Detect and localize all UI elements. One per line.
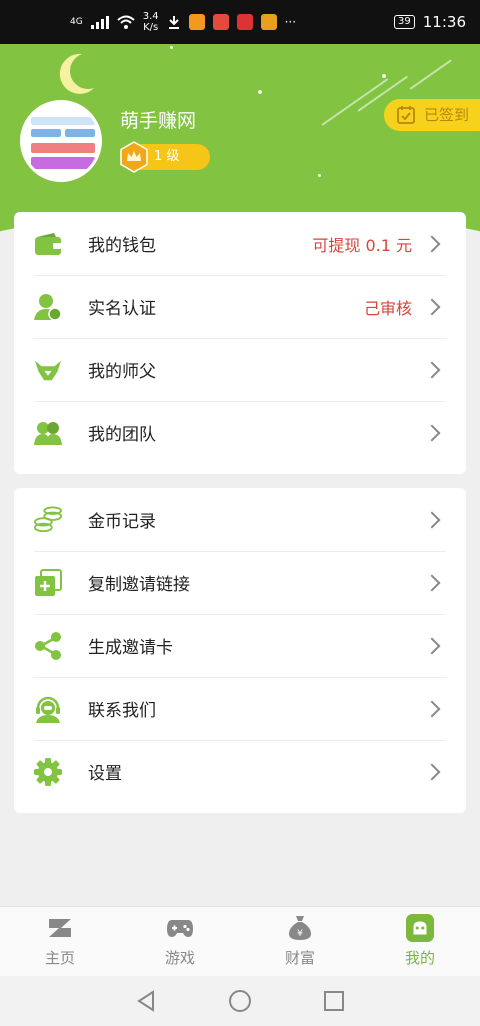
tab-wealth[interactable]: ¥ 财富 <box>240 907 360 976</box>
app-notification-icon <box>188 14 205 30</box>
tab-profile[interactable]: 我的 <box>360 907 480 976</box>
crown-icon <box>120 141 148 173</box>
battery-icon: 39 <box>394 15 415 29</box>
chevron-right-icon <box>423 574 441 591</box>
signal-icon <box>90 15 109 29</box>
coins-icon <box>34 505 62 534</box>
recent-apps-icon[interactable] <box>323 990 345 1012</box>
master-icon <box>34 356 62 384</box>
account-menu-card: 我的钱包 可提现 0.1 元 实名认证 己审核 我的师父 我的团队 <box>14 212 466 474</box>
network-type: 4G <box>70 17 83 27</box>
chevron-right-icon <box>423 511 441 528</box>
star-decoration <box>318 174 321 177</box>
verification-status: 己审核 <box>363 298 412 318</box>
tools-menu-card: 金币记录 复制邀请链接 生成邀请卡 联系我们 设置 <box>14 488 466 813</box>
home-circle-icon[interactable] <box>228 989 252 1013</box>
clock: 11:36 <box>422 13 466 31</box>
team-icon <box>34 419 62 447</box>
level-badge: 1 级 <box>120 141 210 173</box>
wallet-balance: 可提现 0.1 元 <box>312 235 412 255</box>
more-notifications-icon: ··· <box>284 15 297 29</box>
signin-label: 已签到 <box>424 106 470 124</box>
wallet-icon <box>34 230 62 258</box>
chevron-right-icon <box>423 700 441 717</box>
menu-item-copy-invite-link[interactable]: 复制邀请链接 <box>14 551 466 614</box>
bottom-tab-bar: 主页 游戏 ¥ 财富 我的 <box>0 906 480 976</box>
username: 萌手赚网 <box>120 110 197 132</box>
menu-item-generate-invite-card[interactable]: 生成邀请卡 <box>14 614 466 677</box>
signin-button[interactable]: 已签到 <box>384 99 480 131</box>
copy-link-icon <box>34 568 62 597</box>
money-bag-icon: ¥ <box>286 915 314 941</box>
streak-decoration <box>321 78 388 126</box>
gear-icon <box>34 757 62 786</box>
home-icon <box>46 915 74 941</box>
chevron-right-icon <box>423 637 441 654</box>
chevron-right-icon <box>423 424 441 441</box>
tab-games[interactable]: 游戏 <box>120 907 240 976</box>
menu-item-master[interactable]: 我的师父 <box>14 338 466 401</box>
star-decoration <box>258 90 262 94</box>
chevron-right-icon <box>423 298 441 315</box>
menu-item-wallet[interactable]: 我的钱包 可提现 0.1 元 <box>14 212 466 275</box>
app-notification-icon <box>212 14 229 30</box>
level-text: 1 级 <box>154 149 180 164</box>
download-icon <box>168 16 179 29</box>
menu-item-team[interactable]: 我的团队 <box>14 401 466 464</box>
menu-item-coin-records[interactable]: 金币记录 <box>14 488 466 551</box>
chevron-right-icon <box>423 763 441 780</box>
back-icon[interactable] <box>135 990 157 1012</box>
streak-decoration <box>409 59 452 90</box>
wifi-icon <box>117 15 135 29</box>
gamepad-icon <box>166 915 194 941</box>
app-notification-icon <box>236 14 253 30</box>
chevron-right-icon <box>423 235 441 252</box>
app-notification-icon <box>260 14 277 30</box>
system-navigation-bar <box>0 976 480 1026</box>
tab-home[interactable]: 主页 <box>0 907 120 976</box>
menu-item-contact-us[interactable]: 联系我们 <box>14 677 466 740</box>
customer-service-icon <box>34 695 62 723</box>
svg-text:¥: ¥ <box>297 929 303 939</box>
menu-item-verification[interactable]: 实名认证 己审核 <box>14 275 466 338</box>
status-bar: 4G 3.4 K/s ··· 39 11:36 <box>0 0 480 44</box>
star-decoration <box>170 46 173 49</box>
network-speed: 3.4 K/s <box>142 11 159 33</box>
star-decoration <box>382 74 386 78</box>
moon-icon <box>59 53 94 94</box>
calendar-check-icon <box>397 106 415 124</box>
verified-user-icon <box>34 293 62 321</box>
profile-header: 萌手赚网 1 级 已签到 <box>0 44 480 234</box>
menu-item-settings[interactable]: 设置 <box>14 740 466 803</box>
chevron-right-icon <box>423 361 441 378</box>
profile-icon <box>406 914 434 942</box>
avatar[interactable] <box>20 100 102 182</box>
share-icon <box>34 631 62 660</box>
